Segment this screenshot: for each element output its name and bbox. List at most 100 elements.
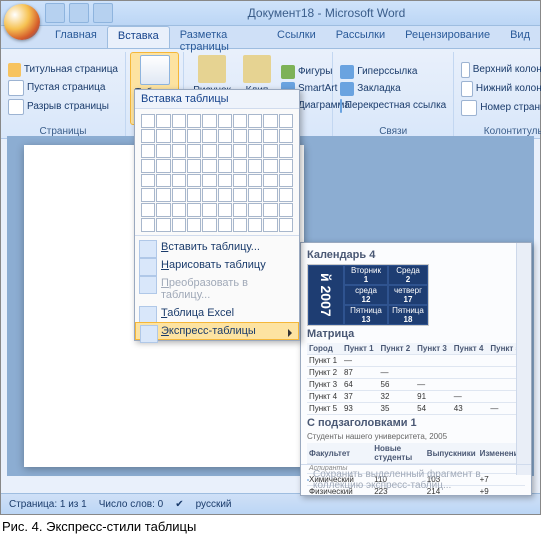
grid-cell[interactable] <box>279 114 293 128</box>
grid-cell[interactable] <box>218 203 232 217</box>
grid-cell[interactable] <box>141 144 155 158</box>
grid-cell[interactable] <box>172 159 186 173</box>
gallery-scrollbar[interactable] <box>516 243 531 475</box>
grid-cell[interactable] <box>202 203 216 217</box>
grid-cell[interactable] <box>141 203 155 217</box>
grid-cell[interactable] <box>187 114 201 128</box>
grid-cell[interactable] <box>233 144 247 158</box>
menu-item[interactable]: Нарисовать таблицу <box>135 256 299 274</box>
grid-cell[interactable] <box>233 188 247 202</box>
grid-cell[interactable] <box>187 188 201 202</box>
grid-cell[interactable] <box>202 218 216 232</box>
grid-cell[interactable] <box>279 144 293 158</box>
grid-cell[interactable] <box>187 218 201 232</box>
qat-undo-icon[interactable] <box>69 3 89 23</box>
grid-cell[interactable] <box>233 203 247 217</box>
grid-cell[interactable] <box>156 159 170 173</box>
grid-cell[interactable] <box>187 129 201 143</box>
header-button[interactable]: Верхний колонтитул <box>458 61 541 79</box>
menu-item[interactable]: Таблица Excel <box>135 304 299 322</box>
menu-item[interactable]: Вставить таблицу... <box>135 238 299 256</box>
grid-cell[interactable] <box>187 174 201 188</box>
table-size-grid[interactable] <box>141 114 293 232</box>
grid-cell[interactable] <box>172 218 186 232</box>
grid-cell[interactable] <box>156 144 170 158</box>
grid-cell[interactable] <box>263 159 277 173</box>
grid-cell[interactable] <box>218 159 232 173</box>
grid-cell[interactable] <box>187 203 201 217</box>
grid-cell[interactable] <box>141 218 155 232</box>
cover-page-button[interactable]: Титульная страница <box>5 62 121 78</box>
matrix-preview[interactable]: ГородПункт 1Пункт 2Пункт 3Пункт 4Пункт 5… <box>307 343 525 415</box>
grid-cell[interactable] <box>218 174 232 188</box>
grid-cell[interactable] <box>233 174 247 188</box>
grid-cell[interactable] <box>202 144 216 158</box>
grid-cell[interactable] <box>172 174 186 188</box>
bookmark-button[interactable]: Закладка <box>337 81 449 97</box>
grid-cell[interactable] <box>248 114 262 128</box>
grid-cell[interactable] <box>202 188 216 202</box>
grid-cell[interactable] <box>156 203 170 217</box>
grid-cell[interactable] <box>263 114 277 128</box>
calendar-preview[interactable]: й 2007 Вторник1 Среда2 среда12 четверг17… <box>307 264 429 326</box>
tab-mailings[interactable]: Рассылки <box>326 26 395 48</box>
page-number-button[interactable]: Номер страницы <box>458 99 541 117</box>
grid-cell[interactable] <box>202 114 216 128</box>
grid-cell[interactable] <box>202 159 216 173</box>
grid-cell[interactable] <box>263 188 277 202</box>
footer-button[interactable]: Нижний колонтитул <box>458 80 541 98</box>
grid-cell[interactable] <box>172 129 186 143</box>
grid-cell[interactable] <box>172 203 186 217</box>
grid-cell[interactable] <box>141 159 155 173</box>
page-break-button[interactable]: Разрыв страницы <box>5 98 121 116</box>
grid-cell[interactable] <box>279 188 293 202</box>
tab-insert[interactable]: Вставка <box>107 26 170 48</box>
grid-cell[interactable] <box>279 159 293 173</box>
grid-cell[interactable] <box>263 218 277 232</box>
grid-cell[interactable] <box>233 114 247 128</box>
office-button[interactable] <box>4 4 40 40</box>
tab-page-layout[interactable]: Разметка страницы <box>170 26 267 48</box>
grid-cell[interactable] <box>141 129 155 143</box>
status-words[interactable]: Число слов: 0 <box>99 499 163 510</box>
grid-cell[interactable] <box>141 174 155 188</box>
grid-cell[interactable] <box>263 174 277 188</box>
grid-cell[interactable] <box>279 129 293 143</box>
gallery-item-matrix[interactable]: Матрица <box>307 328 525 340</box>
grid-cell[interactable] <box>156 129 170 143</box>
tab-references[interactable]: Ссылки <box>267 26 326 48</box>
grid-cell[interactable] <box>202 174 216 188</box>
hyperlink-button[interactable]: Гиперссылка <box>337 64 449 80</box>
status-page[interactable]: Страница: 1 из 1 <box>9 499 87 510</box>
grid-cell[interactable] <box>279 174 293 188</box>
grid-cell[interactable] <box>156 174 170 188</box>
grid-cell[interactable] <box>156 188 170 202</box>
blank-page-button[interactable]: Пустая страница <box>5 79 121 97</box>
menu-item[interactable]: Экспресс-таблицы <box>135 322 299 340</box>
grid-cell[interactable] <box>156 218 170 232</box>
tab-home[interactable]: Главная <box>45 26 107 48</box>
grid-cell[interactable] <box>156 114 170 128</box>
grid-cell[interactable] <box>218 144 232 158</box>
grid-cell[interactable] <box>202 129 216 143</box>
grid-cell[interactable] <box>263 129 277 143</box>
grid-cell[interactable] <box>172 144 186 158</box>
grid-cell[interactable] <box>233 159 247 173</box>
grid-cell[interactable] <box>248 203 262 217</box>
qat-redo-icon[interactable] <box>93 3 113 23</box>
tab-view[interactable]: Вид <box>500 26 540 48</box>
grid-cell[interactable] <box>279 203 293 217</box>
grid-cell[interactable] <box>218 129 232 143</box>
proofing-icon[interactable]: ✔ <box>175 499 183 510</box>
grid-cell[interactable] <box>248 218 262 232</box>
grid-cell[interactable] <box>248 129 262 143</box>
grid-cell[interactable] <box>248 188 262 202</box>
grid-cell[interactable] <box>248 159 262 173</box>
grid-cell[interactable] <box>233 129 247 143</box>
grid-cell[interactable] <box>172 114 186 128</box>
gallery-item-sub1[interactable]: С подзаголовками 1 <box>307 417 525 429</box>
grid-cell[interactable] <box>172 188 186 202</box>
grid-cell[interactable] <box>218 218 232 232</box>
grid-cell[interactable] <box>218 114 232 128</box>
grid-cell[interactable] <box>248 144 262 158</box>
